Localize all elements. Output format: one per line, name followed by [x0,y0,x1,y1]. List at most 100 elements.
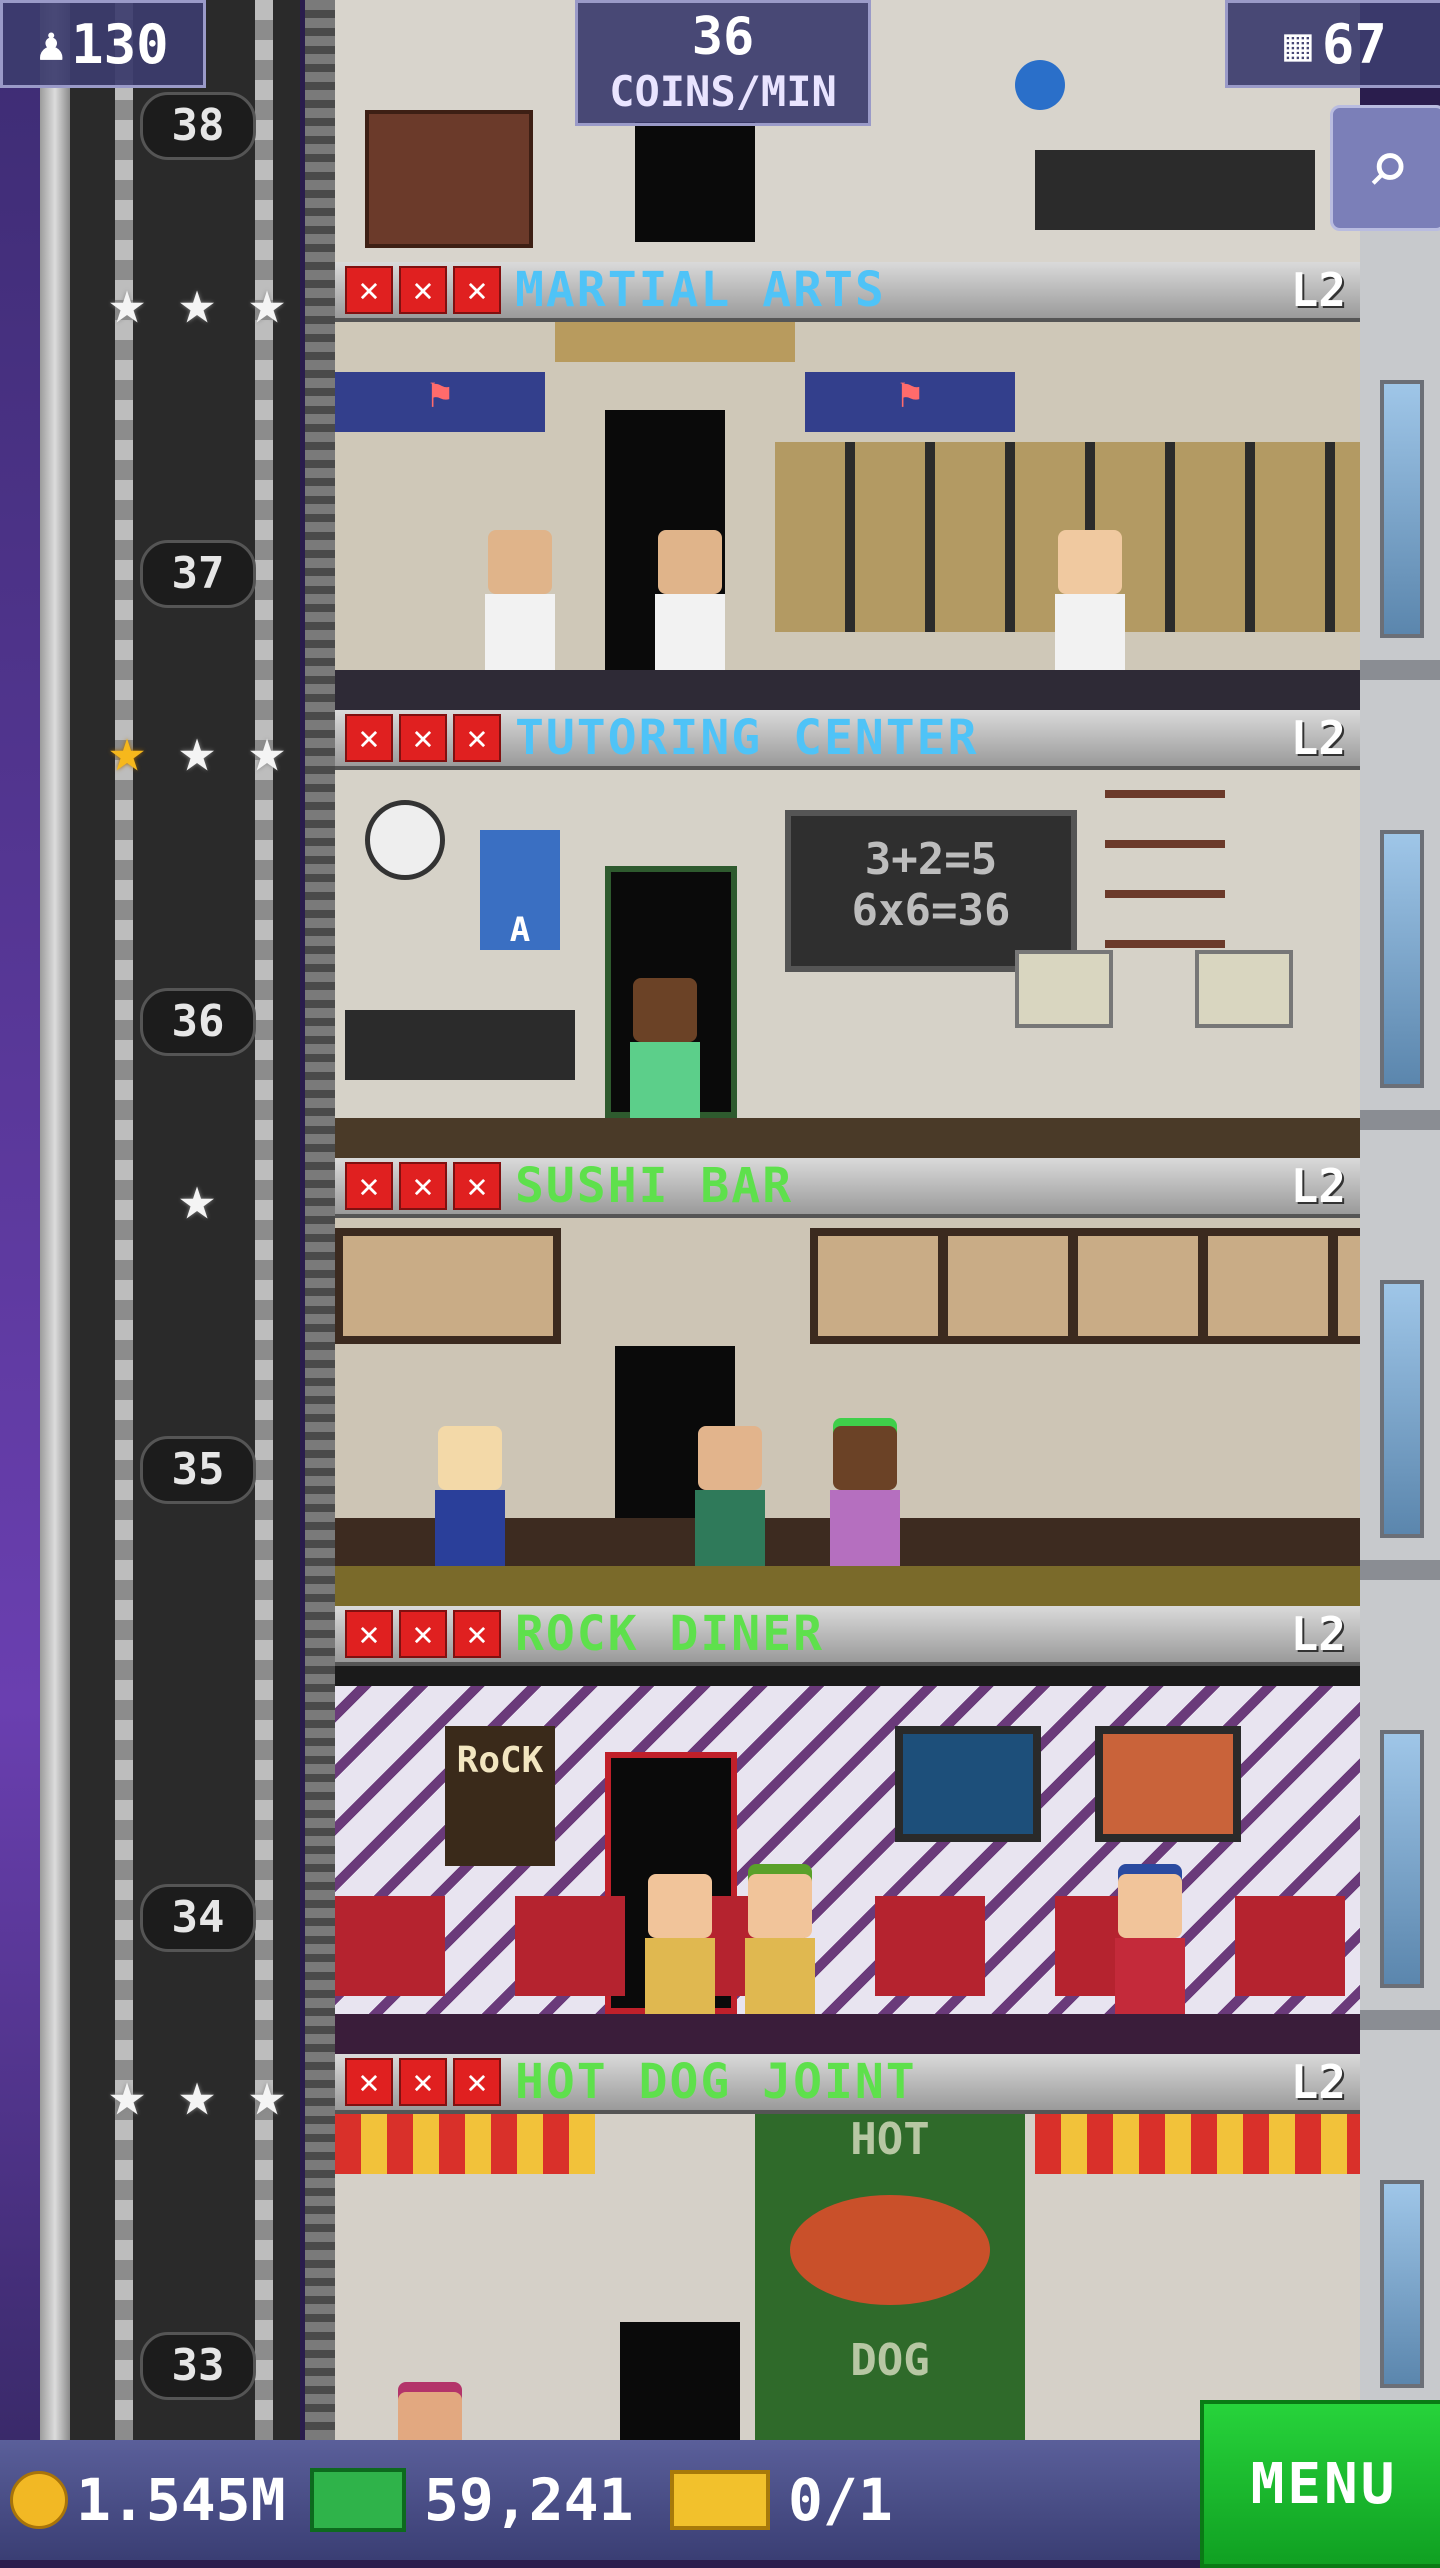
floors-counter[interactable]: ▦ 67 [1225,0,1440,88]
floor-status-marks: ✕ ✕ ✕ [345,1162,501,1210]
population-value: 130 [71,12,169,76]
floor-base [335,1118,1360,1158]
magnifier-icon: ⌕ [1365,125,1411,211]
hotdog-sign-bottom: DOG [850,2335,930,2386]
star-icon: ★ [248,2057,286,2130]
room: A 3+2=5 6x6=36 [335,770,1360,1158]
population-counter[interactable]: ♟ 130 [0,0,206,88]
torii-gate [555,322,795,362]
floor-sushi-bar[interactable]: ✕ ✕ ✕ SUSHI BAR L2 [335,1158,1360,1606]
apple-poster: A [480,830,560,950]
hotdog-sign: HOT DOG [755,2114,1025,2440]
room: RoCK [335,1666,1360,2054]
person[interactable] [485,530,555,670]
floor-level: L2 [1290,1607,1346,1661]
banner-sign: ⚑ [335,372,545,432]
desk [345,1010,575,1080]
floor-name: SUSHI BAR [515,1158,794,1214]
x-icon: ✕ [453,714,501,762]
bookshelf [1105,790,1225,950]
person[interactable] [395,2392,465,2440]
star-icon: ★ [178,713,216,786]
bux-display[interactable]: 59,241 [310,2460,634,2540]
coins-per-min-display[interactable]: 36 COINS/MIN [575,0,871,126]
tickets-value: 0/1 [788,2466,893,2534]
floor-header: ✕ ✕ ✕ ROCK DINER L2 [335,1606,1360,1666]
x-icon: ✕ [399,266,447,314]
night-sky [0,0,40,2440]
person[interactable] [435,1426,505,1566]
star-icon: ★ [178,1161,216,1234]
bux-value: 59,241 [424,2466,634,2534]
floor-base [335,2014,1360,2054]
x-icon: ✕ [345,2058,393,2106]
x-icon: ✕ [399,2058,447,2106]
window [1380,1280,1424,1538]
rock-poster: RoCK [445,1726,555,1866]
floor-number-35: 35 [140,1436,256,1504]
bookshelf [365,110,533,248]
floor-level: L2 [1290,263,1346,317]
window [1380,380,1424,638]
x-icon: ✕ [453,2058,501,2106]
desk [1035,150,1315,230]
coins-per-min-value: 36 [691,7,755,67]
floor-tutoring-center[interactable]: ✕ ✕ ✕ TUTORING CENTER L2 A 3+2=5 6x6=36 [335,710,1360,1158]
room: HOT DOG [335,2114,1360,2440]
banner-sign: ⚑ [805,372,1015,432]
floor-name: MARTIAL ARTS [515,262,886,318]
chalkboard: 3+2=5 6x6=36 [785,810,1077,972]
person[interactable] [655,530,725,670]
person[interactable] [830,1426,900,1566]
star-icon: ★ [178,2057,216,2130]
person[interactable] [695,1426,765,1566]
floor-name: TUTORING CENTER [515,710,979,766]
computer [1015,950,1113,1028]
picture-frame [1095,1726,1241,1842]
coins-per-min-unit: COINS/MIN [609,67,837,116]
bux-icon [310,2468,406,2532]
person-icon: ♟ [37,17,66,71]
star-icon: ★ [248,265,286,338]
floor-status-marks: ✕ ✕ ✕ [345,266,501,314]
floor-hot-dog-joint[interactable]: ✕ ✕ ✕ HOT DOG JOINT L2 HOT DOG [335,2054,1360,2440]
building-icon: ▦ [1284,17,1312,71]
floor-name: HOT DOG JOINT [515,2054,917,2110]
x-icon: ✕ [345,714,393,762]
x-icon: ✕ [345,1162,393,1210]
floor-stars-sushi-bar: ★ [165,1166,235,1232]
tickets-display[interactable]: 0/1 [670,2460,893,2540]
x-icon: ✕ [399,714,447,762]
door [635,122,755,242]
star-icon: ★ [108,265,146,338]
floor-martial-arts[interactable]: ✕ ✕ ✕ MARTIAL ARTS L2 ⚑ ⚑ [335,262,1360,710]
room [335,1218,1360,1606]
person[interactable] [1115,1874,1185,2014]
floors-value: 67 [1321,12,1387,76]
person[interactable] [745,1874,815,2014]
coins-value: 1.545M [76,2466,286,2534]
diner-booths [335,1896,1360,1996]
window [1380,830,1424,1088]
globe [1015,60,1065,110]
room: ⚑ ⚑ [335,322,1360,710]
star-icon: ★ [108,2057,146,2130]
floor-status-marks: ✕ ✕ ✕ [345,1610,501,1658]
floor-number-37: 37 [140,540,256,608]
chalkboard-line-1: 3+2=5 [864,834,998,885]
star-icon: ★ [178,265,216,338]
elevator-shaft-wall [40,0,70,2440]
door [620,2322,740,2440]
coin-icon [10,2471,68,2529]
floor-level: L2 [1290,1159,1346,1213]
person[interactable] [1055,530,1125,670]
coins-display[interactable]: 1.545M [10,2460,286,2540]
ticket-icon [670,2470,770,2530]
person[interactable] [630,978,700,1118]
zoom-button[interactable]: ⌕ [1330,105,1440,231]
x-icon: ✕ [399,1162,447,1210]
menu-button[interactable]: MENU [1200,2400,1440,2568]
floor-rock-diner[interactable]: ✕ ✕ ✕ ROCK DINER L2 RoCK [335,1606,1360,2054]
floor-level: L2 [1290,711,1346,765]
person[interactable] [645,1874,715,2014]
